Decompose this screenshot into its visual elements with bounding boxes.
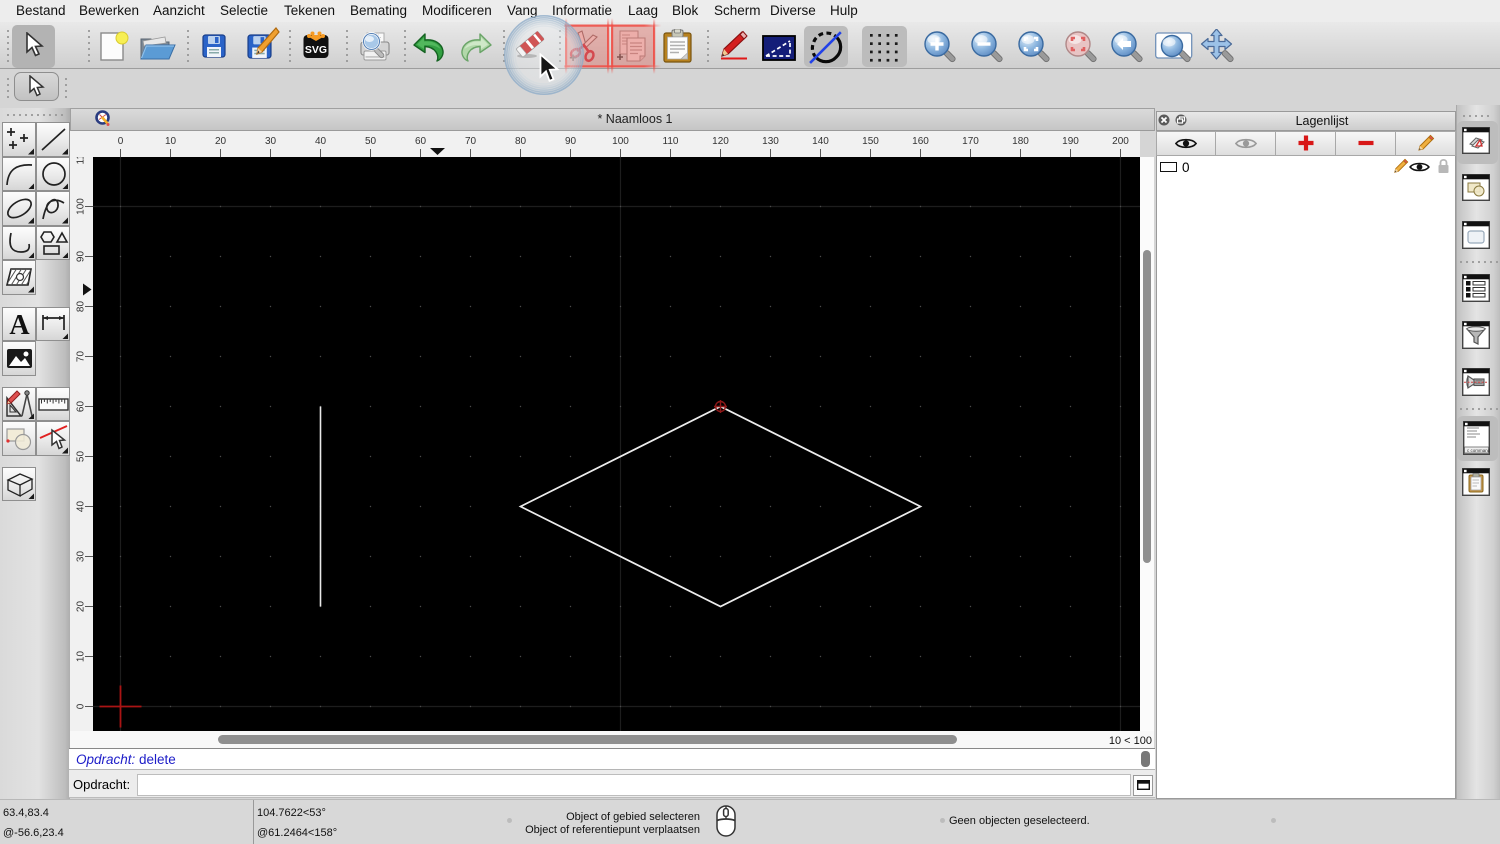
svg-text:10: 10 xyxy=(76,651,87,663)
svg-text:180: 180 xyxy=(1012,136,1029,147)
svg-text:40: 40 xyxy=(76,501,87,513)
svg-text:170: 170 xyxy=(962,136,979,147)
svg-text:140: 140 xyxy=(812,136,829,147)
svg-text:190: 190 xyxy=(1062,136,1079,147)
svg-text:80: 80 xyxy=(515,136,527,147)
svg-text:20: 20 xyxy=(76,601,87,613)
svg-text:0: 0 xyxy=(118,136,124,147)
svg-text:0: 0 xyxy=(76,703,87,709)
svg-text:30: 30 xyxy=(265,136,277,147)
svg-text:70: 70 xyxy=(465,136,477,147)
svg-text:60: 60 xyxy=(415,136,427,147)
svg-text:50: 50 xyxy=(76,451,87,463)
svg-text:100: 100 xyxy=(612,136,629,147)
svg-text:SVG: SVG xyxy=(305,44,327,56)
svg-text:200: 200 xyxy=(1112,136,1129,147)
svg-text:120: 120 xyxy=(712,136,729,147)
svg-text:c command: c command xyxy=(1467,448,1490,453)
svg-text:110: 110 xyxy=(76,157,87,164)
svg-text:70: 70 xyxy=(76,351,87,363)
svg-text:130: 130 xyxy=(762,136,779,147)
svg-text:160: 160 xyxy=(912,136,929,147)
svg-text:110: 110 xyxy=(663,136,679,147)
svg-text:90: 90 xyxy=(565,136,577,147)
svg-text:30: 30 xyxy=(76,551,87,563)
svg-text:20: 20 xyxy=(215,136,227,147)
svg-text:100: 100 xyxy=(76,198,87,215)
svg-text:10: 10 xyxy=(165,136,177,147)
svg-text:90: 90 xyxy=(76,251,87,263)
svg-text:A: A xyxy=(9,310,30,341)
svg-text:50: 50 xyxy=(365,136,377,147)
svg-text:60: 60 xyxy=(76,401,87,413)
svg-text:150: 150 xyxy=(862,136,879,147)
svg-text:40: 40 xyxy=(315,136,327,147)
svg-text:80: 80 xyxy=(76,301,87,313)
